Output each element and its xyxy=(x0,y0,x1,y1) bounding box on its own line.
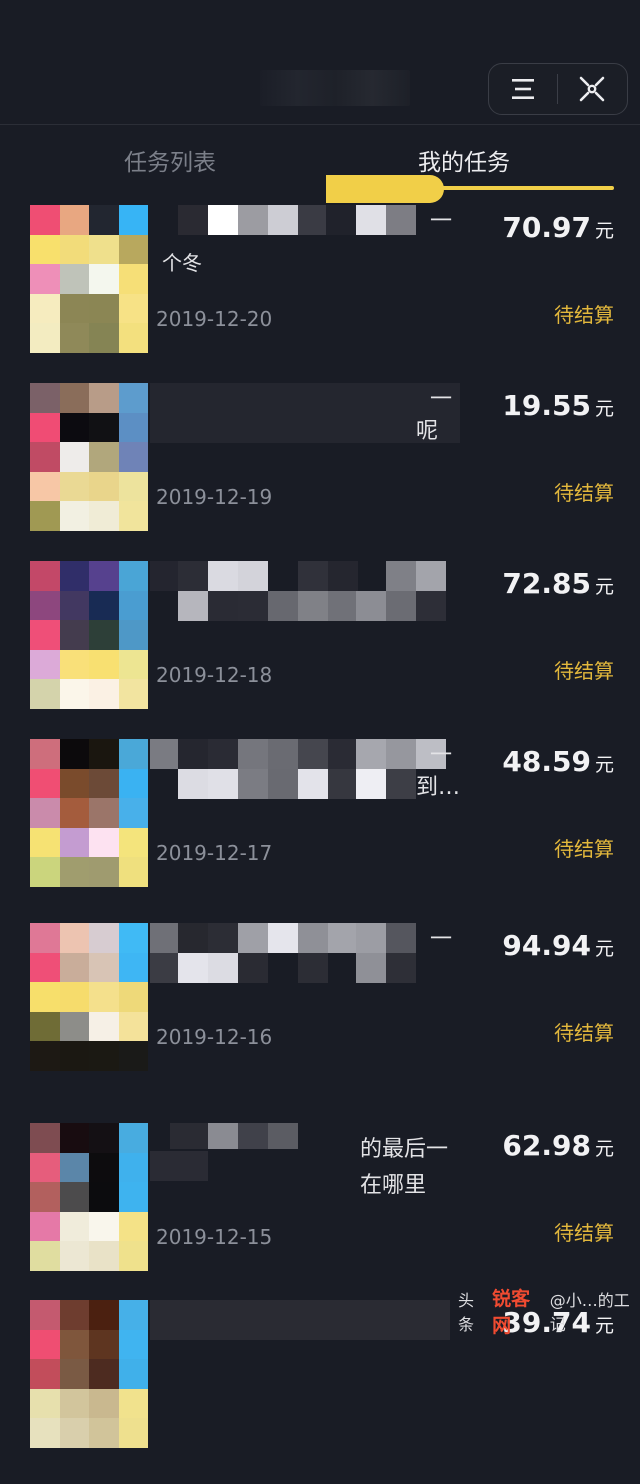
task-amount: 72.85 元 xyxy=(502,567,614,600)
watermark-source: 头条 xyxy=(458,1291,475,1334)
task-amount-value: 19.55 xyxy=(502,389,591,422)
task-date: 2019-12-17 xyxy=(156,841,273,865)
task-amount-unit: 元 xyxy=(594,576,614,598)
task-date: 2019-12-18 xyxy=(156,663,273,687)
task-date: 2019-12-19 xyxy=(156,485,273,509)
task-row[interactable]: 一 94.94 元 2019-12-16 待结算 xyxy=(0,923,640,1107)
task-status-badge: 待结算 xyxy=(554,1221,614,1245)
tab-task-list[interactable]: 任务列表 xyxy=(124,143,216,177)
task-amount: 19.55 元 xyxy=(502,389,614,422)
task-amount: 62.98 元 xyxy=(502,1129,614,1162)
blurred-page-title xyxy=(260,70,410,106)
task-status-badge: 待结算 xyxy=(554,303,614,327)
task-amount-unit: 元 xyxy=(594,220,614,242)
task-status-badge: 待结算 xyxy=(554,837,614,861)
task-title-blurred xyxy=(150,561,460,633)
task-amount-value: 48.59 xyxy=(502,745,591,778)
task-title-fragment: 在哪里 xyxy=(360,1173,427,1198)
task-title-blurred: 一到… xyxy=(150,739,460,811)
task-amount-value: 62.98 xyxy=(502,1129,591,1162)
task-status-badge: 待结算 xyxy=(554,1021,614,1045)
task-title-fragment: 的最后一 xyxy=(360,1137,449,1162)
task-title-fragment: 呢 xyxy=(416,419,439,444)
task-title-fragment: 一 xyxy=(430,743,453,768)
task-status-badge: 待结算 xyxy=(554,659,614,683)
task-amount-value: 72.85 xyxy=(502,567,591,600)
tab-my-tasks[interactable]: 我的任务 xyxy=(418,143,510,177)
task-row[interactable]: 一到… 48.59 元 2019-12-17 待结算 xyxy=(0,739,640,923)
close-icon xyxy=(579,76,605,102)
task-row[interactable]: 的最后一在哪里 62.98 元 2019-12-15 待结算 xyxy=(0,1123,640,1307)
watermark-logo: 锐客网 xyxy=(492,1288,531,1337)
task-date: 2019-12-16 xyxy=(156,1025,273,1049)
task-amount-unit: 元 xyxy=(594,1138,614,1160)
task-title-blurred: 的最后一 在哪里 xyxy=(150,1123,460,1198)
task-amount-unit: 元 xyxy=(594,754,614,776)
task-title-blurred: 一呢 xyxy=(150,383,460,455)
task-title-fragment: 个冬 xyxy=(162,251,202,275)
task-amount-value: 70.97 xyxy=(502,211,591,244)
task-thumbnail xyxy=(30,923,148,1071)
task-row[interactable]: 一个冬 70.97 元 2019-12-20 待结算 xyxy=(0,205,640,389)
top-bar xyxy=(0,0,640,124)
task-date: 2019-12-15 xyxy=(156,1225,273,1249)
menu-icon xyxy=(512,79,534,99)
watermark-author: @小…的工记 xyxy=(549,1291,630,1334)
task-thumbnail xyxy=(30,1300,148,1448)
task-title-fragment: 一 xyxy=(430,387,453,412)
close-button[interactable] xyxy=(558,64,626,114)
task-date: 2019-12-20 xyxy=(156,307,273,331)
task-thumbnail xyxy=(30,561,148,709)
tab-bar: 任务列表 我的任务 xyxy=(0,125,640,203)
task-title-blurred xyxy=(150,1300,460,1372)
tab-active-indicator xyxy=(326,186,614,190)
task-title-fragment: 一 xyxy=(430,209,453,234)
watermark: 头条 锐客网 @小…的工记 xyxy=(458,1288,640,1337)
task-title-blurred: 一 xyxy=(150,923,460,995)
task-title-fragment: 一 xyxy=(430,927,453,952)
task-title-fragment: 到… xyxy=(416,775,461,800)
task-thumbnail xyxy=(30,1123,148,1271)
task-row[interactable]: 72.85 元 2019-12-18 待结算 xyxy=(0,561,640,745)
task-title-blurred: 一个冬 xyxy=(150,205,460,277)
task-status-badge: 待结算 xyxy=(554,481,614,505)
task-row[interactable]: 一呢 19.55 元 2019-12-19 待结算 xyxy=(0,383,640,567)
task-amount: 94.94 元 xyxy=(502,929,614,962)
task-amount-unit: 元 xyxy=(594,938,614,960)
menu-button[interactable] xyxy=(489,64,557,114)
task-amount-value: 94.94 xyxy=(502,929,591,962)
mini-program-capsule xyxy=(488,63,628,115)
task-amount-unit: 元 xyxy=(594,398,614,420)
task-thumbnail xyxy=(30,205,148,353)
task-thumbnail xyxy=(30,739,148,887)
task-amount: 70.97 元 xyxy=(502,211,614,244)
task-amount: 48.59 元 xyxy=(502,745,614,778)
task-thumbnail xyxy=(30,383,148,531)
